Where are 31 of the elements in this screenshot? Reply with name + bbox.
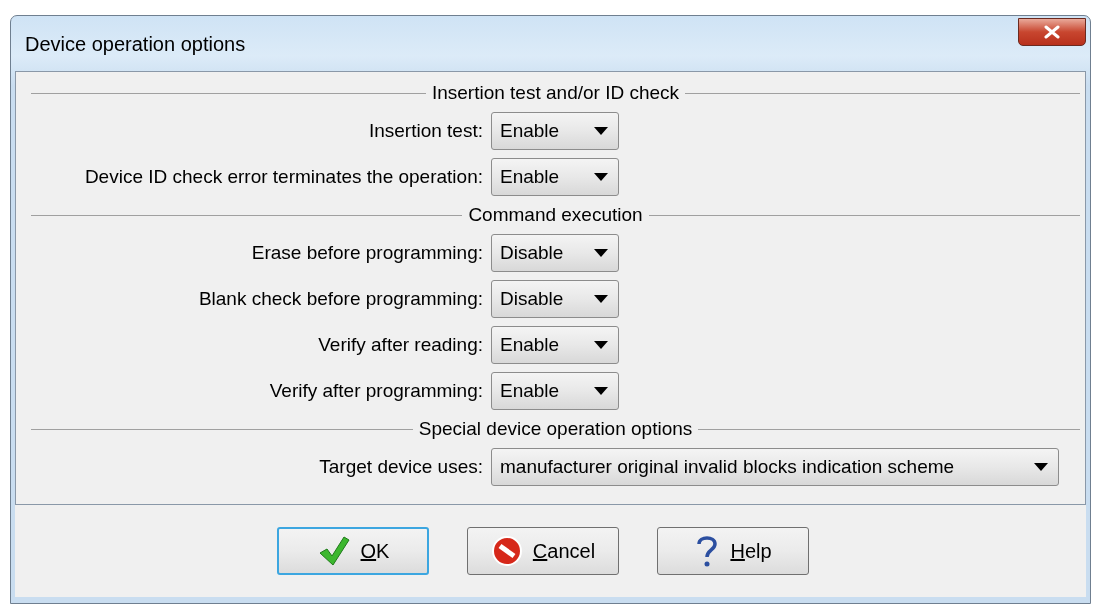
option-dropdown[interactable]: Enable (491, 112, 619, 150)
close-icon (1043, 25, 1061, 39)
option-label: Blank check before programming: (197, 288, 483, 310)
option-dropdown[interactable]: Disable (491, 234, 619, 272)
cancel-button[interactable]: Cancel (467, 527, 619, 575)
option-label: Verify after programming: (268, 380, 483, 402)
caret-icon (594, 387, 608, 395)
option-dropdown[interactable]: Enable (491, 158, 619, 196)
caret-icon (594, 341, 608, 349)
window-title: Device operation options (25, 33, 246, 56)
caret-icon (594, 249, 608, 257)
option-dropdown[interactable]: Enable (491, 326, 619, 364)
option-label: Erase before programming: (250, 242, 483, 264)
ok-button[interactable]: OK (277, 527, 429, 575)
option-dropdown[interactable]: Disable (491, 280, 619, 318)
caret-icon (594, 173, 608, 181)
option-label: Target device uses: (318, 456, 483, 478)
caret-icon (1034, 463, 1048, 471)
close-button[interactable] (1018, 18, 1086, 46)
caret-icon (594, 295, 608, 303)
option-label: Insertion test: (367, 120, 483, 142)
section-heading: Insertion test and/or ID check (431, 82, 680, 104)
option-dropdown[interactable]: manufacturer original invalid blocks indication scheme (491, 448, 1059, 486)
caret-icon (594, 127, 608, 135)
help-button[interactable]: Help (657, 527, 809, 575)
no-entry-icon (490, 535, 523, 567)
option-label: Verify after reading: (317, 334, 483, 356)
section-heading: Command execution (468, 204, 643, 226)
option-label: Device ID check error terminates the operation: (83, 166, 483, 188)
section-heading: Special device operation options (418, 418, 693, 440)
option-dropdown[interactable]: Enable (491, 372, 619, 410)
